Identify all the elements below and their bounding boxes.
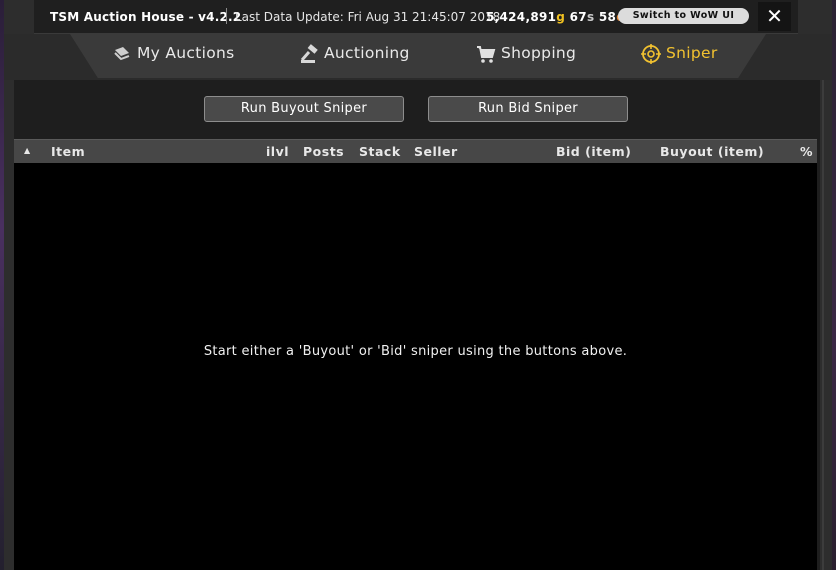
crosshair-icon (641, 44, 661, 64)
gavel-icon (300, 44, 318, 63)
switch-to-wow-ui-button[interactable]: Switch to WoW UI (618, 8, 749, 24)
column-header-posts[interactable]: Posts (303, 144, 344, 159)
title-separator (226, 8, 227, 24)
empty-state-message: Start either a 'Buyout' or 'Bid' sniper … (203, 344, 628, 359)
title-bar: TSM Auction House - v4.2.2 Last Data Upd… (34, 0, 798, 34)
results-table-header: ▲ Item ilvl Posts Stack Seller Bid (item… (14, 139, 817, 163)
column-header-stack[interactable]: Stack (359, 144, 401, 159)
tab-label: Sniper (666, 44, 718, 62)
close-icon: ✕ (766, 4, 783, 28)
tab-label: Shopping (501, 44, 577, 62)
column-header-ilvl[interactable]: ilvl (266, 144, 289, 159)
run-bid-sniper-button[interactable]: Run Bid Sniper (428, 96, 628, 122)
close-button[interactable]: ✕ (758, 2, 791, 31)
auctions-icon (114, 47, 130, 61)
sort-indicator-icon[interactable]: ▲ (24, 146, 31, 155)
results-table-body: Start either a 'Buyout' or 'Bid' sniper … (14, 163, 817, 570)
column-header-buyout[interactable]: Buyout (item) (660, 144, 764, 159)
gold-unit: g (556, 10, 566, 24)
column-header-seller[interactable]: Seller (414, 144, 458, 159)
cart-icon (477, 46, 496, 63)
player-money: 5,424,891g 67s 58c (486, 10, 624, 24)
tab-label: Auctioning (324, 44, 410, 62)
last-update-text: Last Data Update: Fri Aug 31 21:45:07 20… (235, 10, 501, 24)
column-header-percent[interactable]: % (800, 144, 813, 159)
run-buyout-sniper-button[interactable]: Run Buyout Sniper (204, 96, 404, 122)
silver-amount: 67 (569, 10, 587, 24)
column-header-item[interactable]: Item (51, 144, 85, 159)
silver-unit: s (586, 10, 595, 24)
game-background-right (832, 0, 836, 570)
column-header-bid[interactable]: Bid (item) (556, 144, 631, 159)
tab-label: My Auctions (137, 44, 235, 62)
gold-amount: 5,424,891 (486, 10, 557, 24)
app-title: TSM Auction House - v4.2.2 (50, 10, 242, 24)
copper-amount: 58 (598, 10, 617, 24)
panel-edge (822, 80, 824, 570)
